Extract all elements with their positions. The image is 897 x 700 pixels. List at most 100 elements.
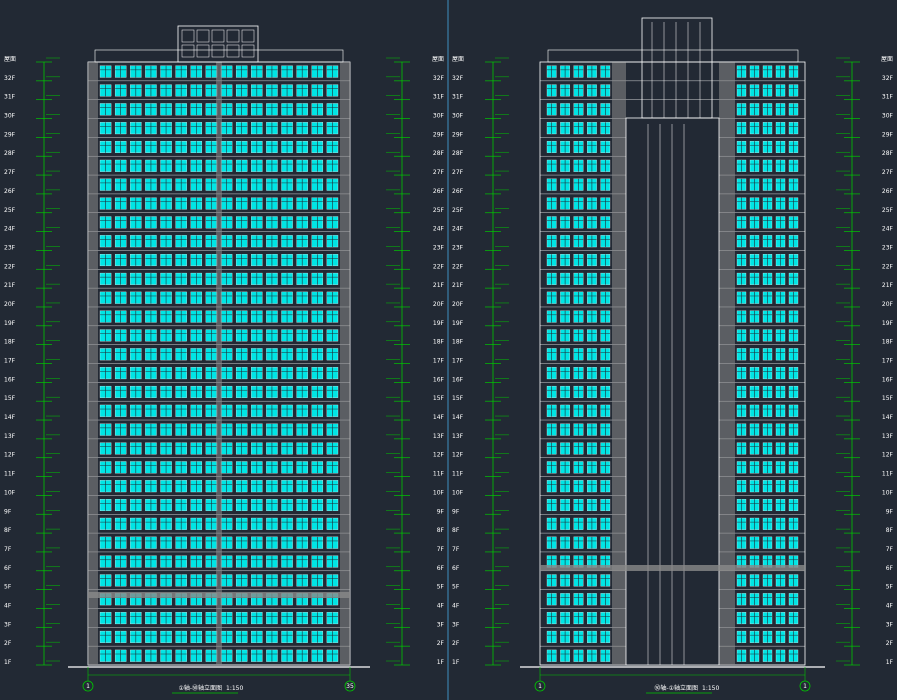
floor-level-label: 21F (882, 282, 894, 289)
floor-level-label: 18F (433, 339, 445, 346)
right-drawing-title: ㊿轴-①轴立面图 (654, 684, 698, 692)
floor-level-label: 24F (433, 226, 445, 233)
floor-level-label: 32F (882, 75, 894, 82)
floor-level-label: 24F (452, 226, 464, 233)
floor-level-label: 19F (433, 320, 445, 327)
floor-level-label: 21F (452, 282, 464, 289)
floor-level-label: 3F (886, 621, 894, 628)
floor-level-label: 10F (433, 489, 445, 496)
floor-level-label: 30F (4, 113, 16, 120)
cad-canvas: 1F2F3F4F5F6F7F8F9F10F11F12F13F14F15F16F1… (0, 0, 897, 700)
floor-level-label: 12F (882, 452, 894, 459)
floor-level-label: 5F (886, 584, 894, 591)
floor-level-label: 1F (437, 659, 445, 666)
floor-level-label: 3F (452, 621, 460, 628)
floor-level-label: 29F (4, 131, 16, 138)
floor-level-label: 3F (4, 621, 12, 628)
floor-level-label: 32F (4, 75, 16, 82)
floor-level-label: 13F (4, 433, 16, 440)
floor-level-label: 18F (452, 339, 464, 346)
podium-band (88, 592, 350, 598)
floor-level-label: 11F (433, 471, 445, 478)
floor-level-label: 16F (882, 376, 894, 383)
left-drawing-scale: 1:150 (226, 685, 243, 692)
floor-level-label: 31F (4, 94, 16, 101)
floor-level-label: 12F (433, 452, 445, 459)
floor-level-label: 2F (4, 640, 12, 647)
floor-level-label: 9F (437, 508, 445, 515)
floor-level-label: 18F (882, 339, 894, 346)
floor-level-label: 16F (452, 376, 464, 383)
floor-level-label: 27F (433, 169, 445, 176)
floor-level-label: 1F (4, 659, 12, 666)
floor-level-label: 20F (452, 301, 464, 308)
floor-level-label: 22F (452, 263, 464, 270)
central-core (625, 117, 720, 666)
floor-level-label: 31F (452, 94, 464, 101)
floor-level-label: 15F (452, 395, 464, 402)
floor-level-label: 29F (433, 131, 445, 138)
floor-level-label: 21F (433, 282, 445, 289)
floor-level-label: 14F (433, 414, 445, 421)
floor-level-label: 8F (437, 527, 445, 534)
stone-pier (612, 62, 626, 665)
left-axis-right-label: 35 (346, 683, 354, 690)
floor-level-label: 9F (4, 508, 12, 515)
floor-level-label: 4F (4, 602, 12, 609)
floor-level-label: 22F (4, 263, 16, 270)
floor-level-label: 23F (4, 244, 16, 251)
right-drawing-scale: 1:150 (702, 685, 719, 692)
right-axis-right-label: 1 (803, 683, 807, 690)
floor-level-label: 19F (4, 320, 16, 327)
floor-level-label: 22F (882, 263, 894, 270)
floor-level-label: 4F (452, 602, 460, 609)
floor-level-label: 屋面 (432, 56, 444, 63)
stone-pier (719, 62, 735, 665)
floor-level-label: 8F (4, 527, 12, 534)
floor-level-label: 15F (882, 395, 894, 402)
floor-level-label: 5F (437, 584, 445, 591)
floor-level-label: 16F (433, 376, 445, 383)
floor-level-label: 10F (4, 489, 16, 496)
floor-level-label: 31F (882, 94, 894, 101)
floor-level-label: 24F (4, 226, 16, 233)
floor-level-label: 28F (433, 150, 445, 157)
floor-level-label: 1F (452, 659, 460, 666)
floor-level-label: 6F (886, 565, 894, 572)
floor-level-label: 27F (4, 169, 16, 176)
floor-level-label: 6F (452, 565, 460, 572)
floor-level-label: 20F (882, 301, 894, 308)
floor-level-label: 3F (437, 621, 445, 628)
floor-level-label: 4F (437, 602, 445, 609)
floor-level-label: 30F (882, 113, 894, 120)
floor-level-label: 13F (882, 433, 894, 440)
floor-level-label: 8F (452, 527, 460, 534)
podium-band (540, 565, 805, 571)
right-axis-left-label: 1 (538, 683, 542, 690)
floor-level-label: 28F (452, 150, 464, 157)
floor-level-label: 19F (452, 320, 464, 327)
floor-level-label: 31F (433, 94, 445, 101)
floor-level-label: 15F (433, 395, 445, 402)
floor-level-label: 32F (452, 75, 464, 82)
floor-level-label: 27F (452, 169, 464, 176)
floor-level-label: 30F (433, 113, 445, 120)
floor-level-label: 5F (4, 584, 12, 591)
floor-level-label: 23F (452, 244, 464, 251)
floor-level-label: 屋面 (452, 56, 464, 63)
floor-level-label: 29F (452, 131, 464, 138)
floor-level-label: 11F (452, 471, 464, 478)
floor-level-label: 2F (452, 640, 460, 647)
floor-level-label: 20F (433, 301, 445, 308)
floor-level-label: 2F (437, 640, 445, 647)
floor-level-label: 22F (433, 263, 445, 270)
floor-level-label: 11F (4, 471, 16, 478)
floor-level-label: 14F (4, 414, 16, 421)
floor-level-label: 9F (452, 508, 460, 515)
floor-level-label: 15F (4, 395, 16, 402)
floor-level-label: 14F (452, 414, 464, 421)
left-drawing-title: ①轴-㊿轴立面图 (178, 684, 222, 692)
floor-level-label: 2F (886, 640, 894, 647)
floor-level-label: 23F (433, 244, 445, 251)
floor-level-label: 24F (882, 226, 894, 233)
